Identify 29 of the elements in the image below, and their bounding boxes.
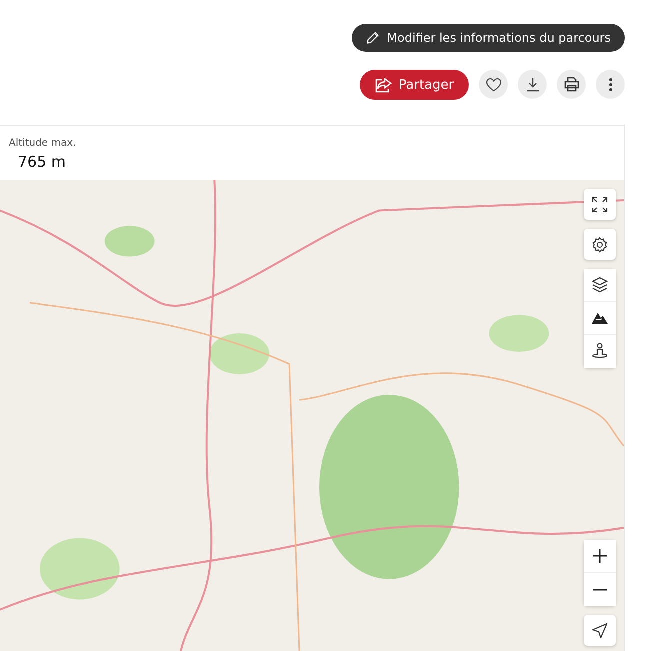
minus-icon [593, 588, 607, 590]
share-icon [374, 78, 392, 92]
printer-icon [564, 77, 580, 92]
mountain-icon [592, 311, 608, 325]
street-view-button[interactable] [584, 335, 616, 368]
fullscreen-button[interactable] [584, 189, 616, 220]
favorite-button[interactable] [479, 70, 508, 99]
navigation-arrow-icon [592, 622, 608, 638]
stat-label: Altitude max. [9, 138, 78, 149]
settings-icon [592, 236, 608, 252]
edit-route-button[interactable]: Modifier les informations du parcours [352, 24, 625, 52]
download-button[interactable] [518, 70, 547, 99]
print-button[interactable] [557, 70, 586, 99]
zoom-in-button[interactable] [584, 540, 616, 573]
download-icon [526, 77, 540, 92]
share-button[interactable]: Partager [360, 70, 469, 100]
terrain-button[interactable] [584, 302, 616, 335]
pencil-icon [366, 31, 380, 45]
heart-icon [486, 78, 502, 92]
more-button[interactable] [596, 70, 625, 99]
plus-icon [593, 549, 607, 563]
settings-button[interactable] [584, 229, 616, 260]
stat-value: 765 m [18, 153, 68, 171]
person-icon [592, 343, 608, 360]
more-icon [608, 78, 612, 92]
expand-icon [592, 196, 608, 212]
layers-icon [592, 277, 608, 293]
layers-button[interactable] [584, 269, 616, 302]
locate-button[interactable] [584, 615, 616, 646]
